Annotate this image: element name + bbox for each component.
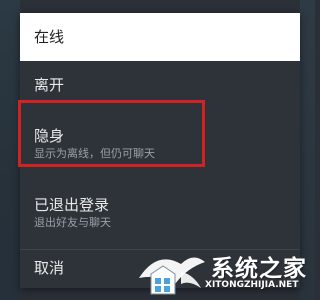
- menu-item-label: 在线: [34, 28, 65, 46]
- menu-item-invisible[interactable]: 隐身 显示为离线，但仍可聊天: [20, 109, 300, 179]
- menu-item-away[interactable]: 离开: [20, 61, 300, 109]
- menu-item-description: 显示为离线，但仍可聊天: [34, 147, 155, 160]
- menu-item-cancel[interactable]: 取消: [20, 249, 300, 288]
- status-menu: 在线 离开 隐身 显示为离线，但仍可聊天 已退出登录 退出好友与聊天 取消: [20, 13, 300, 288]
- menu-item-label: 已退出登录: [34, 196, 110, 214]
- menu-item-online[interactable]: 在线: [20, 13, 300, 61]
- menu-item-signed-out[interactable]: 已退出登录 退出好友与聊天: [20, 179, 300, 249]
- menu-item-label: 取消: [34, 259, 65, 277]
- backdrop-left: [0, 0, 20, 300]
- backdrop-right: [300, 0, 315, 300]
- menu-item-label: 隐身: [34, 127, 65, 145]
- menu-item-label: 离开: [34, 76, 65, 94]
- menu-item-description: 退出好友与聊天: [34, 216, 111, 229]
